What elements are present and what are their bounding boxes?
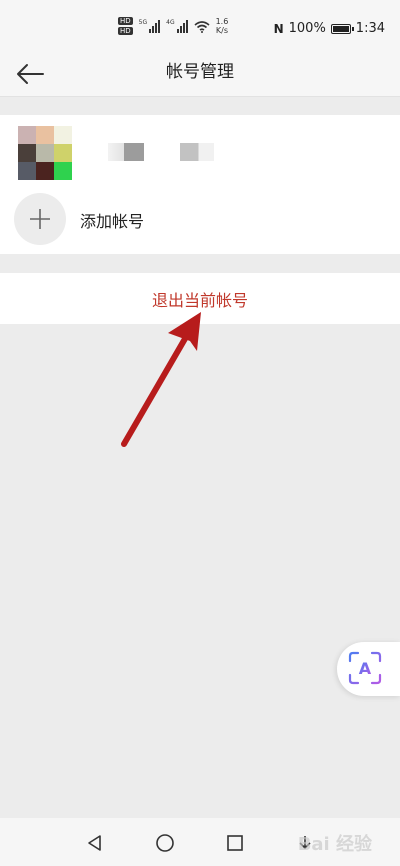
network-type: 4G [166, 19, 175, 26]
triangle-back-icon [88, 835, 101, 851]
logout-button[interactable]: 退出当前帐号 [0, 273, 400, 324]
avatar-pixel [36, 126, 54, 144]
avatar-pixel [18, 162, 36, 180]
account-name-redacted [108, 143, 144, 161]
hd-badges: HD HD [118, 17, 133, 35]
battery-percent: 100% [288, 21, 326, 36]
navigation-bar: Bai 经验 [0, 818, 400, 866]
hd-badge: HD [118, 17, 133, 25]
wifi-icon [194, 20, 210, 33]
account-id-redacted [180, 143, 214, 161]
accounts-card: 添加帐号 [0, 115, 400, 254]
avatar-pixel [54, 162, 72, 180]
back-button[interactable] [10, 58, 50, 90]
circle-home-icon [156, 834, 174, 852]
signal-icon: 4G [166, 19, 188, 33]
hd-badge: HD [118, 27, 133, 35]
nfc-icon: N [273, 21, 284, 36]
network-speed: 1.6 K/s [216, 17, 229, 35]
avatar-pixel [36, 144, 54, 162]
account-item[interactable] [0, 115, 400, 185]
ai-assistant-icon: A [345, 648, 385, 688]
avatar-pixel [54, 144, 72, 162]
avatar-pixel [54, 126, 72, 144]
battery-icon [330, 23, 354, 34]
avatar-pixel [18, 126, 36, 144]
avatar [18, 126, 72, 180]
floating-assistant-button[interactable]: A [337, 642, 400, 696]
page-title: 帐号管理 [166, 62, 234, 82]
nav-home-button[interactable] [150, 828, 180, 858]
annotation-arrow-shaft [121, 334, 189, 447]
logout-label: 退出当前帐号 [151, 290, 248, 310]
status-right: N 100% 1:34 [274, 21, 385, 36]
network-type: 5G [138, 19, 148, 26]
ai-glyph: A [359, 659, 372, 678]
speed-value: 1.6 [215, 17, 229, 26]
signal-icon: 5G [138, 19, 161, 33]
back-arrow-icon [17, 64, 44, 84]
plus-icon [30, 209, 50, 229]
clock: 1:34 [355, 21, 385, 36]
nav-back-button[interactable] [80, 828, 110, 858]
square-recents-icon [227, 835, 243, 851]
avatar-pixel [18, 144, 36, 162]
add-account-button[interactable]: 添加帐号 [0, 185, 400, 254]
add-account-label: 添加帐号 [80, 212, 145, 231]
avatar-pixel [36, 162, 54, 180]
nav-recents-button[interactable] [220, 828, 250, 858]
status-bar: HD HD 5G 4G 1.6 K/s N 100% 1:34 [0, 0, 400, 52]
add-account-circle [14, 193, 66, 245]
watermark-logo: Bai 经验 [297, 834, 372, 855]
speed-unit: K/s [215, 26, 229, 35]
title-bar: 帐号管理 [0, 52, 400, 97]
status-indicators: HD HD 5G 4G 1.6 K/s [118, 17, 228, 35]
